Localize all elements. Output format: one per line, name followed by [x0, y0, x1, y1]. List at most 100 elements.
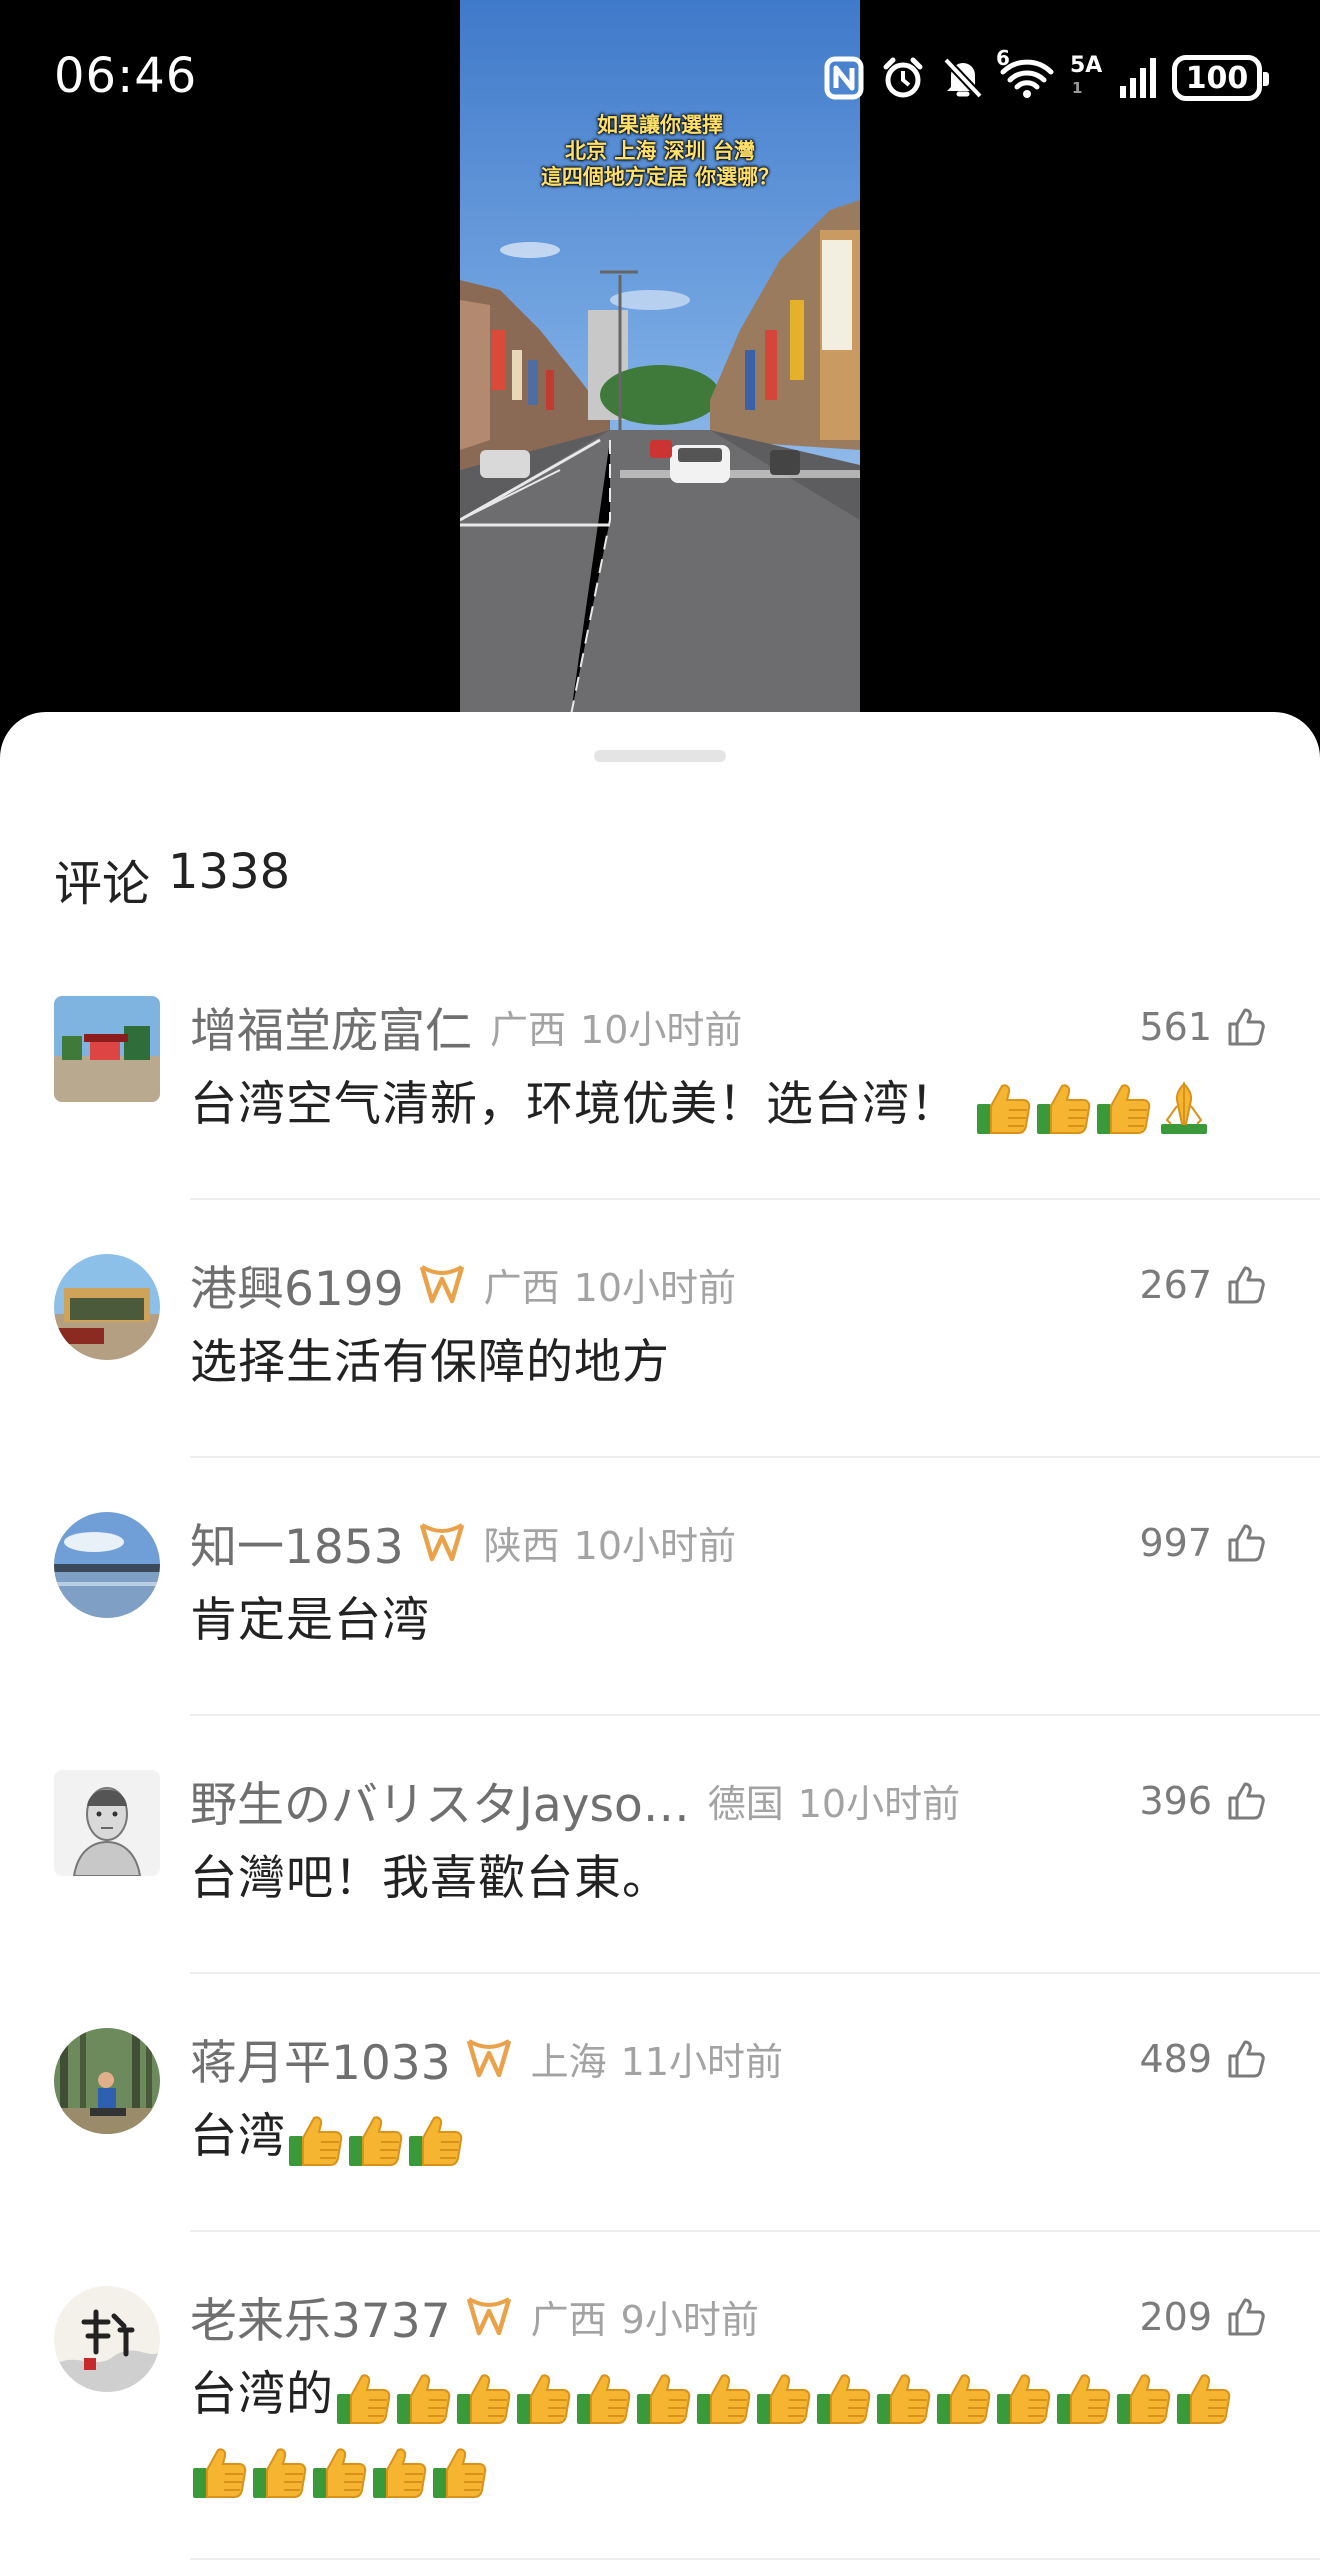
like-count: 997: [1139, 1521, 1212, 1565]
divider: [190, 1456, 1320, 1458]
thumbs-up-outline-icon[interactable]: [1226, 1523, 1266, 1563]
thumbs-up-emoji-icon: [1115, 2370, 1173, 2426]
thumbs-up-emoji-icon: [335, 2370, 393, 2426]
comment-body: 台湾空气清新，环境优美！选台湾！: [190, 1077, 958, 1132]
like-count: 561: [1139, 1005, 1212, 1049]
wifi-icon: 6: [996, 46, 1054, 100]
comment-time: 10小时前: [573, 1265, 736, 1310]
comment-meta: 蒋月平1033 上海 11小时前: [190, 2028, 783, 2091]
battery-level: 100: [1185, 60, 1249, 96]
comment-body: 台湾的: [190, 2367, 334, 2422]
thumbs-up-emoji-icon: [311, 2444, 369, 2500]
thumbs-up-emoji-icon: [347, 2112, 405, 2168]
thumbs-up-emoji-icon: [875, 2370, 933, 2426]
like-button[interactable]: 489: [1139, 2034, 1266, 2084]
creator-badge-icon: [465, 2292, 513, 2340]
alarm-icon: [880, 55, 926, 101]
sheet-drag-handle[interactable]: [594, 750, 726, 762]
comment-time: 10小时前: [573, 1523, 736, 1568]
creator-badge-icon: [418, 1260, 466, 1308]
thumbs-up-outline-icon[interactable]: [1226, 2297, 1266, 2337]
thumbs-up-outline-icon[interactable]: [1226, 1007, 1266, 1047]
comment-text: 肯定是台湾: [190, 1584, 1270, 1658]
comment-body: 台湾: [190, 2109, 286, 2164]
comment-text: 选择生活有保障的地方: [190, 1326, 1270, 1400]
thumbs-up-emoji-icon: [455, 2370, 513, 2426]
thumbs-up-emoji-icon: [1095, 1080, 1153, 1136]
comments-sheet: 评论 1338 增福堂庞富仁 广西 10小时前 561 台湾空气清新，环境优美！…: [0, 712, 1320, 2565]
status-bar: 06:46 6 5A 1 100: [0, 0, 1320, 160]
comment-username[interactable]: 知一1853: [190, 1508, 404, 1577]
comment-text: 台灣吧！我喜歡台東。: [190, 1842, 1270, 1916]
divider: [190, 1972, 1320, 1974]
status-icons: 6 5A 1 100: [824, 46, 1269, 106]
divider: [190, 1714, 1320, 1716]
like-button[interactable]: 396: [1139, 1776, 1266, 1826]
comment-text: 台湾空气清新，环境优美！选台湾！: [190, 1068, 1270, 1142]
divider: [190, 2558, 1320, 2560]
comment-username[interactable]: 港興6199: [190, 1250, 404, 1319]
comments-count: 1338: [168, 844, 291, 900]
comment-username[interactable]: 老来乐3737: [190, 2282, 451, 2351]
like-count: 396: [1139, 1779, 1212, 1823]
folded-hands-emoji-icon: [1155, 1080, 1213, 1136]
divider: [190, 1198, 1320, 1200]
thumbs-up-emoji-icon: [395, 2370, 453, 2426]
comments-label: 评论: [54, 856, 151, 912]
avatar[interactable]: [54, 2286, 160, 2392]
like-button[interactable]: 267: [1139, 1260, 1266, 1310]
avatar[interactable]: [54, 996, 160, 1102]
avatar[interactable]: [54, 2028, 160, 2134]
creator-badge-icon: [418, 1518, 466, 1566]
thumbs-up-emoji-icon: [1175, 2370, 1233, 2426]
comment-location: 广西: [530, 2297, 607, 2342]
thumbs-up-emoji-icon: [815, 2370, 873, 2426]
comment-location: 德国: [707, 1781, 784, 1826]
nfc-icon: [824, 56, 864, 100]
thumbs-up-outline-icon[interactable]: [1226, 1781, 1266, 1821]
comment-location: 上海: [530, 2039, 607, 2084]
thumbs-up-emoji-icon: [755, 2370, 813, 2426]
thumbs-up-emoji-icon: [1035, 1080, 1093, 1136]
thumbs-up-emoji-icon: [575, 2370, 633, 2426]
comment-time: 9小时前: [620, 2297, 759, 2342]
network-sub: 1: [1072, 79, 1083, 97]
signal-icon: [1120, 58, 1156, 98]
comment-location: 陕西: [483, 1523, 560, 1568]
creator-badge-icon: [465, 2034, 513, 2082]
comment-body: 肯定是台湾: [190, 1593, 430, 1648]
status-time: 06:46: [54, 48, 198, 104]
like-button[interactable]: 997: [1139, 1518, 1266, 1568]
comment-location: 广西: [490, 1007, 567, 1052]
comment-username[interactable]: 蒋月平1033: [190, 2024, 451, 2093]
thumbs-up-emoji-icon: [935, 2370, 993, 2426]
thumbs-up-outline-icon[interactable]: [1226, 2039, 1266, 2079]
like-button[interactable]: 561: [1139, 1002, 1266, 1052]
thumbs-up-outline-icon[interactable]: [1226, 1265, 1266, 1305]
like-count: 209: [1139, 2295, 1212, 2339]
like-count: 267: [1139, 1263, 1212, 1307]
comment-body: 台灣吧！我喜歡台東。: [190, 1851, 670, 1906]
comment-meta: 知一1853 陕西 10小时前: [190, 1512, 736, 1575]
thumbs-up-emoji-icon: [407, 2112, 465, 2168]
comment-username[interactable]: 增福堂庞富仁: [190, 992, 472, 1061]
thumbs-up-emoji-icon: [251, 2444, 309, 2500]
avatar[interactable]: [54, 1254, 160, 1360]
like-button[interactable]: 209: [1139, 2292, 1266, 2342]
comment-time: 10小时前: [580, 1007, 743, 1052]
thumbs-up-emoji-icon: [287, 2112, 345, 2168]
thumbs-up-emoji-icon: [695, 2370, 753, 2426]
comment-time: 10小时前: [797, 1781, 961, 1826]
network-gen: 5A: [1070, 53, 1103, 78]
thumbs-up-emoji-icon: [1055, 2370, 1113, 2426]
avatar[interactable]: [54, 1512, 160, 1618]
comment-meta: 老来乐3737 广西 9小时前: [190, 2286, 759, 2349]
emoji-group: [286, 2109, 466, 2166]
network-label: 5A 1: [1070, 55, 1104, 101]
wifi-label: 6: [996, 46, 1010, 70]
emoji-group: [190, 2367, 1234, 2498]
comment-username[interactable]: 野生のバリスタJayso…: [190, 1766, 690, 1835]
avatar[interactable]: [54, 1770, 160, 1876]
thumbs-up-emoji-icon: [191, 2444, 249, 2500]
thumbs-up-emoji-icon: [515, 2370, 573, 2426]
